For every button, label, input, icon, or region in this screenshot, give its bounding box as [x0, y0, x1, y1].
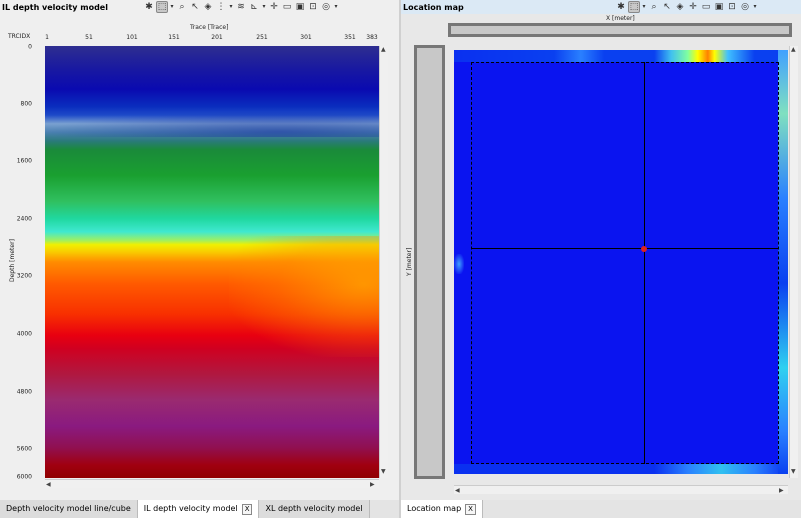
gear-icon[interactable]: ✱ [143, 1, 155, 13]
tab-depth-velocity-model-line-cube[interactable]: Depth velocity model line/cube [0, 500, 138, 518]
scroll-down-icon[interactable]: ▼ [381, 468, 386, 475]
map-top-strip [454, 50, 788, 62]
layers-icon[interactable]: ◈ [674, 1, 686, 13]
map-vertical-scrollbar[interactable]: ▲ ▼ [789, 46, 798, 478]
scroll-left-icon[interactable]: ◀ [46, 481, 51, 488]
map-x-axis-label: X [meter] [606, 15, 635, 22]
y-tick: 6000 [16, 473, 32, 481]
select-icon[interactable]: ⬚ [628, 1, 640, 13]
location-map-image[interactable] [454, 50, 788, 474]
x-tick: 301 [300, 34, 312, 41]
il-velocity-panel: IL depth velocity model ✱ ⬚ ▾ ⌕ ↖ ◈ ⋮ ▾ … [0, 0, 399, 500]
scroll-right-icon[interactable]: ▶ [779, 487, 784, 494]
trcidx-label: TRCIDX [8, 33, 31, 40]
close-icon[interactable]: X [465, 503, 476, 515]
zoom-icon[interactable]: ⌕ [176, 1, 188, 13]
comment-icon[interactable]: ▭ [281, 1, 293, 13]
tab-location-map[interactable]: Location map X [401, 500, 483, 518]
scroll-up-icon[interactable]: ▲ [791, 46, 796, 53]
map-bottom-strip [454, 464, 788, 474]
cross-icon[interactable]: ✛ [687, 1, 699, 13]
y-tick: 4000 [16, 330, 32, 338]
tab-label: IL depth velocity model [143, 504, 238, 513]
grid-icon[interactable]: ⋮ [215, 1, 227, 13]
axes-icon[interactable]: ⊾ [248, 1, 260, 13]
right-tab-bar: Location map X [401, 500, 801, 518]
x-tick: 251 [256, 34, 268, 41]
image-icon[interactable]: ▣ [713, 1, 725, 13]
x-tick: 383 [366, 34, 378, 41]
right-panel-title: Location map [403, 2, 464, 12]
chevron-down-icon[interactable]: ▾ [228, 1, 234, 13]
wiggle-icon[interactable]: ≋ [235, 1, 247, 13]
scroll-right-icon[interactable]: ▶ [370, 481, 375, 488]
image-icon[interactable]: ▣ [294, 1, 306, 13]
left-tab-bar: Depth velocity model line/cube IL depth … [0, 500, 399, 518]
x-axis-label: Trace [Trace] [190, 24, 229, 31]
scroll-down-icon[interactable]: ▼ [791, 468, 796, 475]
y-tick: 0 [28, 43, 32, 51]
right-toolbar: ✱ ⬚ ▾ ⌕ ↖ ◈ ✛ ▭ ▣ ⊡ ◎ ▾ [615, 0, 758, 14]
snapshot-icon[interactable]: ⊡ [726, 1, 738, 13]
y-tick: 2400 [16, 215, 32, 223]
survey-outline [471, 62, 779, 464]
tab-label: Location map [407, 504, 462, 513]
tab-label: Depth velocity model line/cube [6, 504, 131, 513]
left-toolbar: ✱ ⬚ ▾ ⌕ ↖ ◈ ⋮ ▾ ≋ ⊾ ▾ ✛ ▭ ▣ ⊡ ◎ ▾ [143, 0, 339, 14]
map-horizontal-scrollbar[interactable]: ◀ ▶ [454, 485, 788, 494]
pick-icon[interactable]: ↖ [189, 1, 201, 13]
x-tick: 1 [45, 34, 49, 41]
x-tick: 351 [344, 34, 356, 41]
velocity-section-image[interactable] [45, 46, 379, 478]
map-left-highlight [454, 253, 464, 274]
snapshot-icon[interactable]: ⊡ [307, 1, 319, 13]
y-tick: 4800 [16, 388, 32, 396]
close-icon[interactable]: X [241, 503, 253, 515]
x-tick: 201 [211, 34, 223, 41]
chevron-down-icon[interactable]: ▾ [169, 1, 175, 13]
horizontal-scrollbar[interactable]: ◀ ▶ [45, 479, 379, 488]
chevron-down-icon[interactable]: ▾ [333, 1, 339, 13]
scroll-left-icon[interactable]: ◀ [455, 487, 460, 494]
scroll-up-icon[interactable]: ▲ [381, 46, 386, 53]
vertical-scrollbar[interactable]: ▲ ▼ [379, 46, 388, 478]
inline-marker-line[interactable] [471, 248, 779, 249]
tab-xl-depth-velocity-model[interactable]: XL depth velocity model [259, 500, 370, 518]
cross-icon[interactable]: ✛ [268, 1, 280, 13]
chevron-down-icon[interactable]: ▾ [261, 1, 267, 13]
position-marker[interactable] [641, 246, 647, 252]
chevron-down-icon[interactable]: ▾ [641, 1, 647, 13]
velocity-warm-overlay [228, 236, 379, 358]
select-icon[interactable]: ⬚ [156, 1, 168, 13]
crossline-marker-line[interactable] [644, 62, 645, 464]
left-panel-title: IL depth velocity model [2, 2, 108, 12]
compass-icon[interactable]: ◎ [739, 1, 751, 13]
zoom-icon[interactable]: ⌕ [648, 1, 660, 13]
map-x-axis-bar [448, 23, 792, 37]
tab-il-depth-velocity-model[interactable]: IL depth velocity model X [137, 500, 260, 518]
y-tick: 5600 [16, 445, 32, 453]
comment-icon[interactable]: ▭ [700, 1, 712, 13]
y-tick: 3200 [16, 272, 32, 280]
map-right-strip [778, 50, 788, 474]
layers-icon[interactable]: ◈ [202, 1, 214, 13]
map-y-axis-label: Y [meter] [406, 247, 413, 276]
x-tick: 101 [126, 34, 138, 41]
compass-icon[interactable]: ◎ [320, 1, 332, 13]
chevron-down-icon[interactable]: ▾ [752, 1, 758, 13]
tab-label: XL depth velocity model [265, 504, 363, 513]
gear-icon[interactable]: ✱ [615, 1, 627, 13]
y-axis-label: Depth [meter] [9, 239, 16, 282]
x-tick: 151 [168, 34, 180, 41]
y-tick: 800 [20, 100, 32, 108]
map-y-axis-bar [414, 45, 445, 479]
x-tick: 51 [85, 34, 93, 41]
y-tick: 1600 [16, 157, 32, 165]
pick-icon[interactable]: ↖ [661, 1, 673, 13]
velocity-band-overlay [45, 110, 379, 137]
